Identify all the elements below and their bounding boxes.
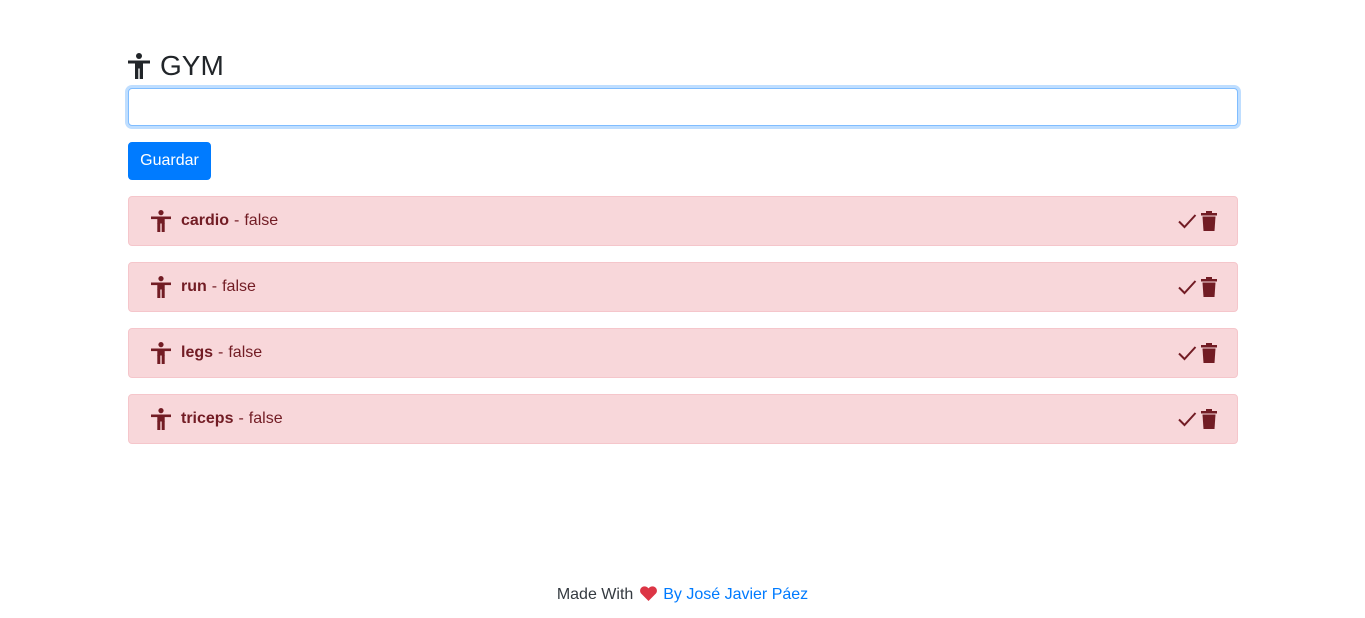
task-separator: - <box>234 212 240 229</box>
task-item: triceps - false <box>128 394 1238 444</box>
heart-icon <box>639 586 657 601</box>
task-separator: - <box>238 410 244 427</box>
task-separator: - <box>211 278 218 295</box>
check-icon[interactable] <box>1177 343 1197 363</box>
check-icon[interactable] <box>1177 409 1197 429</box>
task-separator: - <box>218 344 224 361</box>
main-container: GYM Guardar cardio - false run - false l… <box>128 50 1238 460</box>
task-status: false <box>228 344 263 361</box>
task-name: triceps <box>181 410 234 427</box>
task-item: run - false <box>128 262 1238 312</box>
person-icon <box>151 408 171 430</box>
person-icon <box>151 342 171 364</box>
task-actions <box>1177 409 1217 429</box>
task-name: run <box>181 278 207 295</box>
trash-icon[interactable] <box>1201 343 1217 363</box>
task-list: cardio - false run - false legs - false … <box>128 196 1238 444</box>
task-item: cardio - false <box>128 196 1238 246</box>
save-button[interactable]: Guardar <box>128 142 211 180</box>
author-link[interactable]: By José Javier Páez <box>663 586 808 603</box>
page-header: GYM <box>128 50 1238 82</box>
task-input[interactable] <box>128 88 1238 126</box>
footer-made-with: Made With <box>556 586 634 603</box>
check-icon[interactable] <box>1177 211 1197 231</box>
task-name: cardio <box>181 212 230 229</box>
footer: Made With By José Javier Páez <box>0 586 1365 604</box>
page-title: GYM <box>160 50 224 81</box>
task-actions <box>1177 277 1217 297</box>
trash-icon[interactable] <box>1201 277 1217 297</box>
trash-icon[interactable] <box>1201 409 1217 429</box>
task-status: false <box>222 278 256 295</box>
task-name: legs <box>181 344 214 361</box>
check-icon[interactable] <box>1177 277 1197 297</box>
task-item: legs - false <box>128 328 1238 378</box>
person-icon <box>151 276 171 298</box>
task-actions <box>1177 211 1217 231</box>
trash-icon[interactable] <box>1201 211 1217 231</box>
person-icon <box>128 53 150 79</box>
task-actions <box>1177 343 1217 363</box>
task-status: false <box>244 212 279 229</box>
person-icon <box>151 210 171 232</box>
task-status: false <box>248 410 283 427</box>
